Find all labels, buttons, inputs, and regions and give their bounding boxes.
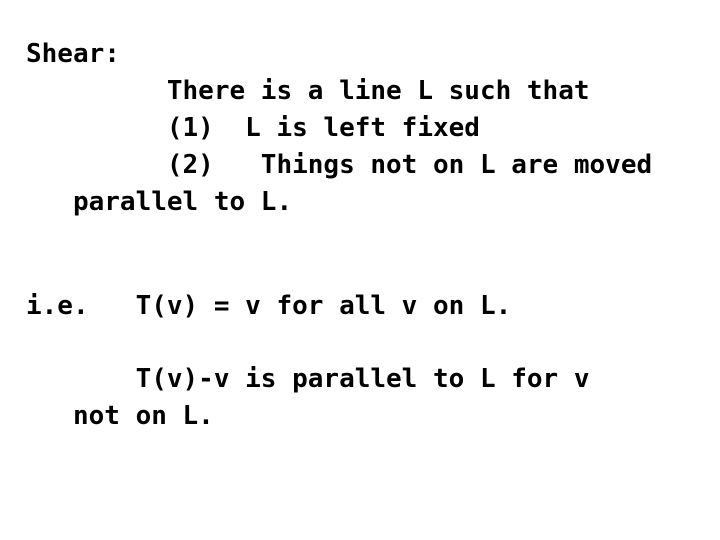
shear-definition-block: Shear: There is a line L such that (1) L… [26,39,653,217]
slide-canvas: Shear: There is a line L such that (1) L… [0,0,720,540]
shear-displacement-block: T(v)-v is parallel to L for v not on L. [72,364,590,431]
shear-restatement-block: i.e. T(v) = v for all v on L. [26,291,512,321]
